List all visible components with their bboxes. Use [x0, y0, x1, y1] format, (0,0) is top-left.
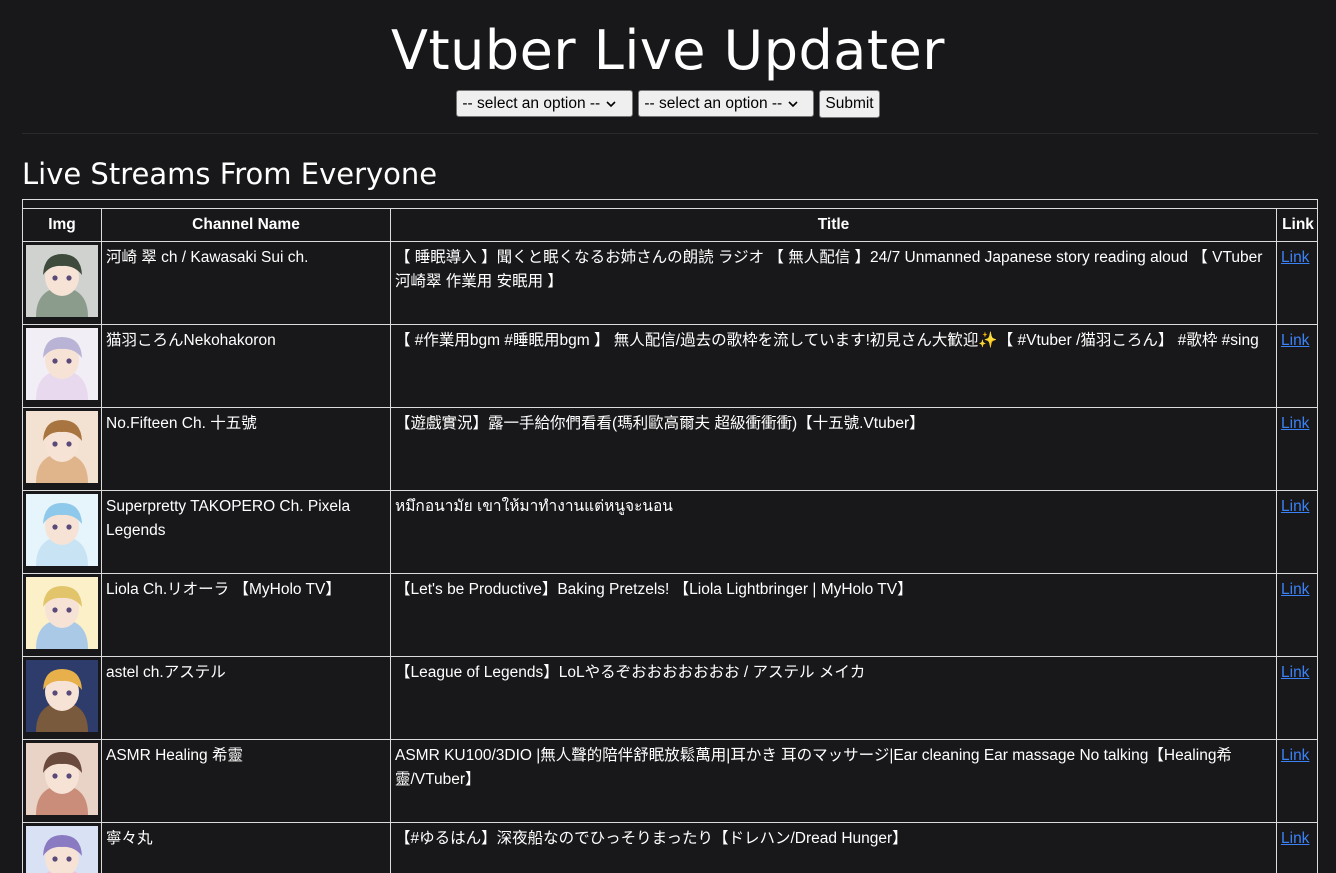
link-cell: Link: [1276, 573, 1317, 657]
avatar-cell: [23, 241, 102, 325]
channel-avatar: [26, 494, 98, 566]
table-row: 寧々丸 【#ゆるはん】深夜船なのでひっそりまったり【ドレハン/Dread Hung…: [23, 822, 1317, 873]
channel-name: 寧々丸: [101, 822, 391, 873]
channel-name: Superpretty TAKOPERO Ch. Pixela Legends: [101, 490, 391, 574]
channel-avatar: [26, 826, 98, 873]
avatar-cell: [23, 490, 102, 574]
option-select-1[interactable]: -- select an option --: [456, 90, 634, 117]
channel-name: No.Fifteen Ch. 十五號: [101, 407, 391, 491]
streams-table-container: Img Channel Name Title Link 河崎 翠 ch / Ka…: [22, 199, 1318, 873]
table-header-row: Img Channel Name Title Link: [23, 208, 1317, 242]
stream-link[interactable]: Link: [1281, 581, 1309, 598]
stream-link[interactable]: Link: [1281, 830, 1309, 847]
streams-table: Img Channel Name Title Link 河崎 翠 ch / Ka…: [23, 208, 1317, 873]
table-row: Superpretty TAKOPERO Ch. Pixela Legends ห…: [23, 490, 1317, 574]
stream-link[interactable]: Link: [1281, 664, 1309, 681]
channel-avatar: [26, 411, 98, 483]
stream-link[interactable]: Link: [1281, 498, 1309, 515]
table-row: ASMR Healing 希靈 ASMR KU100/3DIO |無人聲的陪伴舒眠…: [23, 739, 1317, 823]
avatar-cell: [23, 739, 102, 823]
column-header-img: Img: [23, 208, 102, 242]
avatar-cell: [23, 573, 102, 657]
avatar-cell: [23, 407, 102, 491]
channel-name: ASMR Healing 希靈: [101, 739, 391, 823]
channel-name: 猫羽ころんNekohakoron: [101, 324, 391, 408]
column-header-link: Link: [1276, 208, 1317, 242]
channel-avatar: [26, 577, 98, 649]
divider: [22, 133, 1318, 134]
stream-link[interactable]: Link: [1281, 249, 1309, 266]
link-cell: Link: [1276, 324, 1317, 408]
channel-name: astel ch.アステル: [101, 656, 391, 740]
column-header-channel: Channel Name: [101, 208, 391, 242]
column-header-title: Title: [390, 208, 1277, 242]
stream-title: 【遊戲實況】露一手給你們看看(瑪利歐高爾夫 超級衝衝衝)【十五號.Vtuber】: [390, 407, 1277, 491]
site-title: Vtuber Live Updater: [391, 19, 945, 82]
table-row: 河崎 翠 ch / Kawasaki Sui ch. 【 睡眠導入 】聞くと眠くな…: [23, 241, 1317, 325]
table-row: 猫羽ころんNekohakoron 【 #作業用bgm #睡眠用bgm 】 無人配信…: [23, 324, 1317, 408]
table-row: astel ch.アステル 【League of Legends】LoLやるぞおお…: [23, 656, 1317, 740]
channel-avatar: [26, 328, 98, 400]
stream-link[interactable]: Link: [1281, 415, 1309, 432]
table-row: Liola Ch.リオーラ 【MyHolo TV】 【Let's be Produ…: [23, 573, 1317, 657]
stream-title: 【 睡眠導入 】聞くと眠くなるお姉さんの朗読 ラジオ 【 無人配信 】24/7 …: [390, 241, 1277, 325]
page: Vtuber Live Updater -- select an option …: [0, 0, 1336, 873]
link-cell: Link: [1276, 822, 1317, 873]
stream-title: 【 #作業用bgm #睡眠用bgm 】 無人配信/過去の歌枠を流しています!初見…: [390, 324, 1277, 408]
link-cell: Link: [1276, 656, 1317, 740]
avatar-cell: [23, 656, 102, 740]
stream-title: หมึกอนามัย เขาให้มาทำงานแต่หนูจะนอน: [390, 490, 1277, 574]
chevron-down-icon: [606, 100, 616, 107]
link-cell: Link: [1276, 241, 1317, 325]
section-title: Live Streams From Everyone: [22, 157, 438, 191]
table-row: No.Fifteen Ch. 十五號 【遊戲實況】露一手給你們看看(瑪利歐高爾夫 …: [23, 407, 1317, 491]
submit-button[interactable]: Submit: [819, 90, 880, 118]
avatar-cell: [23, 324, 102, 408]
option-select-2[interactable]: -- select an option --: [638, 90, 815, 117]
filter-controls: -- select an option -- -- select an opti…: [0, 90, 1336, 118]
channel-avatar: [26, 245, 98, 317]
link-cell: Link: [1276, 739, 1317, 823]
option-select-2-value: -- select an option --: [644, 94, 783, 112]
link-cell: Link: [1276, 407, 1317, 491]
chevron-down-icon: [788, 100, 798, 107]
stream-link[interactable]: Link: [1281, 332, 1309, 349]
channel-name: 河崎 翠 ch / Kawasaki Sui ch.: [101, 241, 391, 325]
option-select-1-value: -- select an option --: [462, 94, 601, 112]
stream-title: ASMR KU100/3DIO |無人聲的陪伴舒眠放鬆萬用|耳かき 耳のマッサー…: [390, 739, 1277, 823]
channel-name: Liola Ch.リオーラ 【MyHolo TV】: [101, 573, 391, 657]
stream-title: 【Let's be Productive】Baking Pretzels! 【L…: [390, 573, 1277, 657]
link-cell: Link: [1276, 490, 1317, 574]
channel-avatar: [26, 660, 98, 732]
channel-avatar: [26, 743, 98, 815]
avatar-cell: [23, 822, 102, 873]
stream-link[interactable]: Link: [1281, 747, 1309, 764]
stream-title: 【#ゆるはん】深夜船なのでひっそりまったり【ドレハン/Dread Hunger】: [390, 822, 1277, 873]
stream-title: 【League of Legends】LoLやるぞおおおおおおお / アステル …: [390, 656, 1277, 740]
